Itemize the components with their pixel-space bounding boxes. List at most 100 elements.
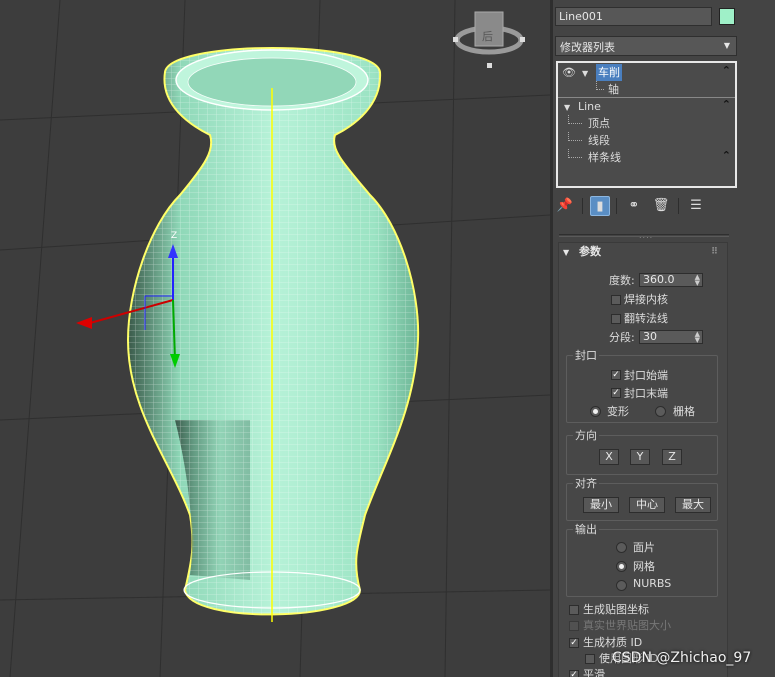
align-center-button[interactable]: 中心 <box>629 497 665 513</box>
configure-modifier-sets-icon[interactable]: ☰ <box>686 196 706 216</box>
spinner-arrows-icon[interactable]: ▲ ▼ <box>695 331 700 344</box>
direction-title: 方向 <box>573 427 599 443</box>
morph-radio[interactable] <box>590 406 601 417</box>
stack-item-label: 顶点 <box>588 117 610 130</box>
collapse-triangle-icon[interactable]: ▼ <box>564 99 570 116</box>
vase-mesh <box>126 47 420 622</box>
toolbar-divider <box>678 198 679 214</box>
parameters-rollout: ▼ 参数 ⠿ 度数: 360.0 ▲ ▼ 焊接内核 翻转法线 分段: 30 ▲ ▼ <box>558 242 728 677</box>
modifier-toggle-icon[interactable]: ⌃ <box>722 96 731 113</box>
flip-normals-row[interactable]: 翻转法线 <box>559 311 727 327</box>
flip-normals-label: 翻转法线 <box>624 312 668 325</box>
real-world-map-checkbox[interactable] <box>569 621 579 631</box>
degrees-label: 度数: <box>609 274 635 287</box>
smooth-checkbox[interactable]: ✓ <box>569 670 579 677</box>
direction-group: 方向 X Y Z <box>566 427 718 475</box>
command-panel: Line001 修改器列表 ▼ 👁 ▼ 车削 ⌃ 轴 ▼ Line ⌃ 顶点 线… <box>553 0 775 677</box>
rollout-header[interactable]: ▼ 参数 ⠿ <box>559 243 727 261</box>
mesh-label: 网格 <box>633 560 655 573</box>
cap-end-checkbox[interactable]: ✓ <box>611 388 621 398</box>
cap-end-label: 封口末端 <box>624 387 668 400</box>
gen-material-ids-label: 生成材质 ID <box>583 636 643 649</box>
stack-toolbar: 📌 ▮ ⚭ 🗑 ☰ <box>553 194 735 218</box>
stack-item-line[interactable]: ▼ Line ⌃ <box>558 98 735 115</box>
weld-core-label: 焊接内核 <box>624 293 668 306</box>
gen-map-coords-checkbox[interactable] <box>569 605 579 615</box>
panel-drag-handle[interactable]: .... <box>559 231 729 240</box>
tree-connector <box>568 115 582 124</box>
stack-item-label: 样条线 <box>588 151 621 164</box>
make-unique-icon[interactable]: ⚭ <box>624 196 644 216</box>
direction-x-button[interactable]: X <box>599 449 619 465</box>
chevron-down-icon: ▼ <box>723 41 730 50</box>
toolbar-divider <box>582 198 583 214</box>
align-group: 对齐 最小 中心 最大 <box>566 475 718 521</box>
spinner-arrows-icon[interactable]: ▲ ▼ <box>695 274 700 287</box>
stack-item-label: 轴 <box>608 83 619 96</box>
stack-item-label: Line <box>578 100 601 113</box>
segments-value: 30 <box>643 330 657 343</box>
collapse-triangle-icon[interactable]: ▼ <box>582 65 588 82</box>
grid-label: 栅格 <box>673 405 695 418</box>
z-axis-label: Z <box>171 231 177 241</box>
align-min-button[interactable]: 最小 <box>583 497 619 513</box>
smooth-label: 平滑 <box>583 668 605 677</box>
viewport-scene: Z 后 <box>0 0 550 677</box>
align-title: 对齐 <box>573 475 599 491</box>
nurbs-label: NURBS <box>633 577 672 590</box>
modifier-list-dropdown[interactable]: 修改器列表 ▼ <box>555 36 737 56</box>
gen-material-ids-checkbox[interactable]: ✓ <box>569 638 579 648</box>
segments-label: 分段: <box>609 331 635 344</box>
direction-z-button[interactable]: Z <box>662 449 682 465</box>
show-end-result-icon[interactable]: ▮ <box>590 196 610 216</box>
output-group: 输出 面片 网格 NURBS <box>566 521 718 597</box>
pin-icon[interactable]: 📌 <box>555 196 575 216</box>
stack-item-spline[interactable]: 样条线 ⌃ <box>558 149 735 166</box>
watermark: CSDN @Zhichao_97 <box>612 650 752 666</box>
cap-start-checkbox[interactable]: ✓ <box>611 370 621 380</box>
real-world-map-label: 真实世界贴图大小 <box>583 619 671 632</box>
viewcube-label: 后 <box>482 30 493 43</box>
collapse-triangle-icon: ▼ <box>563 248 570 257</box>
stack-item-axis[interactable]: 轴 <box>558 81 735 98</box>
modifier-toggle-icon[interactable]: ⌃ <box>722 62 731 79</box>
modifier-toggle-icon[interactable]: ⌃ <box>722 147 731 164</box>
stack-item-vertex[interactable]: 顶点 <box>558 115 735 132</box>
stack-item-label: 线段 <box>588 134 610 147</box>
stack-item-lathe[interactable]: 👁 ▼ 车削 ⌃ <box>558 64 735 81</box>
grid-radio[interactable] <box>655 406 666 417</box>
gen-material-ids-row[interactable]: ✓ 生成材质 ID <box>559 635 727 651</box>
use-shape-ids-checkbox[interactable] <box>585 654 595 664</box>
gen-map-coords-row[interactable]: 生成贴图坐标 <box>559 602 727 618</box>
eye-icon[interactable]: 👁 <box>562 64 576 81</box>
output-title: 输出 <box>573 521 599 537</box>
capping-title: 封口 <box>573 347 599 363</box>
direction-y-button[interactable]: Y <box>630 449 650 465</box>
object-color-swatch[interactable] <box>719 8 735 25</box>
degrees-spinner[interactable]: 360.0 ▲ ▼ <box>639 273 703 287</box>
trash-icon[interactable]: 🗑 <box>651 196 671 216</box>
flip-normals-checkbox[interactable] <box>611 314 621 324</box>
stack-item-segment[interactable]: 线段 <box>558 132 735 149</box>
patch-radio[interactable] <box>616 542 627 553</box>
morph-label: 变形 <box>607 405 629 418</box>
weld-core-row[interactable]: 焊接内核 <box>559 292 727 308</box>
degrees-value: 360.0 <box>643 273 675 286</box>
align-max-button[interactable]: 最大 <box>675 497 711 513</box>
real-world-map-row[interactable]: 真实世界贴图大小 <box>559 618 727 634</box>
tree-connector <box>568 149 582 158</box>
stack-item-label: 车削 <box>596 64 622 81</box>
segments-row: 分段: 30 ▲ ▼ <box>559 330 727 346</box>
modifier-stack[interactable]: 👁 ▼ 车削 ⌃ 轴 ▼ Line ⌃ 顶点 线段 样条线 ⌃ <box>556 61 737 188</box>
cap-start-label: 封口始端 <box>624 369 668 382</box>
smooth-row[interactable]: ✓ 平滑 <box>559 667 727 677</box>
rollout-title: 参数 <box>579 245 601 258</box>
segments-spinner[interactable]: 30 ▲ ▼ <box>639 330 703 344</box>
modifier-list-label: 修改器列表 <box>560 41 615 54</box>
object-name-field[interactable]: Line001 <box>555 7 712 26</box>
mesh-radio[interactable] <box>616 561 627 572</box>
degrees-row: 度数: 360.0 ▲ ▼ <box>559 273 727 289</box>
weld-core-checkbox[interactable] <box>611 295 621 305</box>
nurbs-radio[interactable] <box>616 580 627 591</box>
perspective-viewport[interactable]: Z 后 <box>0 0 550 677</box>
